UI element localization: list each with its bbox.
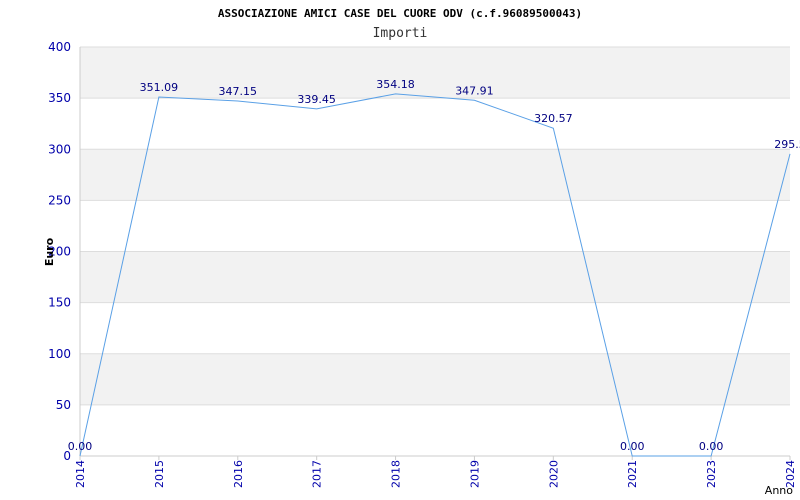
data-label: 347.15 <box>219 85 258 98</box>
x-tick-label: 2014 <box>74 460 87 488</box>
data-label: 0.00 <box>620 440 645 453</box>
background-band <box>80 149 790 201</box>
x-tick-label: 2016 <box>232 460 245 488</box>
data-label: 295.5 <box>774 138 800 151</box>
background-band <box>80 353 790 405</box>
background-band <box>80 98 790 150</box>
y-tick-label: 400 <box>48 40 71 54</box>
background-band <box>80 47 790 99</box>
x-axis-ticks: 2014 2015 2016 2017 2018 2019 2020 2021 2023 2024 <box>74 456 797 488</box>
data-label: 347.91 <box>455 84 494 97</box>
y-tick-label: 250 <box>48 193 71 207</box>
x-tick-label: 2021 <box>626 460 639 488</box>
data-label: 0.00 <box>68 440 93 453</box>
y-tick-label: 350 <box>48 91 71 105</box>
chart-subtitle: Importi <box>373 26 428 41</box>
y-tick-label: 300 <box>48 142 71 156</box>
chart-container: 0 50 100 150 200 250 300 350 400 2014 2015 2016 201… <box>0 0 800 500</box>
y-tick-label: 100 <box>48 347 71 361</box>
x-tick-label: 2015 <box>153 460 166 488</box>
background-band <box>80 302 790 354</box>
x-tick-label: 2023 <box>705 460 718 488</box>
x-tick-label: 2019 <box>468 460 481 488</box>
data-label: 320.57 <box>534 112 573 125</box>
chart-title: ASSOCIAZIONE AMICI CASE DEL CUORE ODV (c… <box>218 7 582 20</box>
line-chart: 050100150200250300350400 2014 2015 2016 201… <box>43 7 800 497</box>
x-axis-label: Anno <box>765 484 793 497</box>
background-band <box>80 251 790 303</box>
data-label: 354.18 <box>376 78 415 91</box>
y-tick-label: 150 <box>48 296 71 310</box>
background-band <box>80 200 790 252</box>
data-label: 0.00 <box>699 440 724 453</box>
x-tick-label: 2017 <box>311 460 324 488</box>
x-tick-label: 2018 <box>390 460 403 488</box>
y-tick-label: 50 <box>56 398 71 412</box>
y-axis-label: Euro <box>43 237 56 266</box>
x-tick-label: 2020 <box>547 460 560 488</box>
background-band <box>80 404 790 456</box>
data-label: 351.09 <box>140 81 179 94</box>
data-label: 339.45 <box>297 93 336 106</box>
